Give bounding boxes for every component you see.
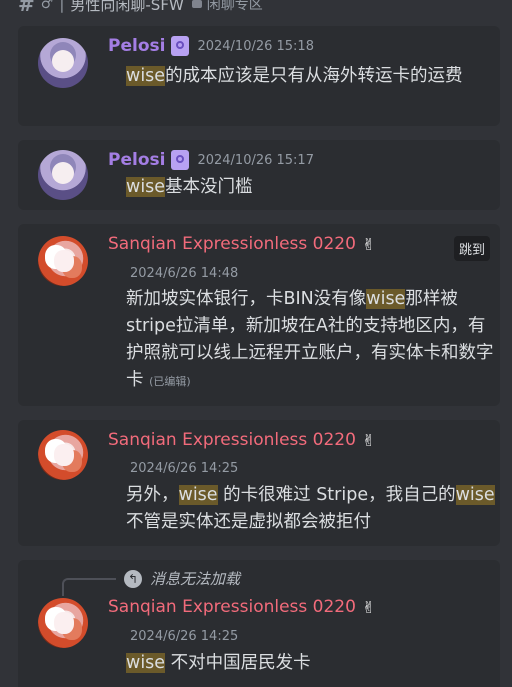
- channel-hash-icon: #: [18, 0, 35, 16]
- author-name[interactable]: Sanqian Expressionless 0220: [108, 597, 356, 617]
- avatar[interactable]: [38, 38, 88, 88]
- message-text: 基本没门槛: [165, 177, 253, 197]
- message-header: Pelosi 2024/10/26 15:18: [108, 36, 314, 56]
- timestamp: 2024/10/26 15:17: [197, 152, 314, 168]
- author-name[interactable]: Sanqian Expressionless 0220: [108, 430, 356, 450]
- role-badge-icon: [171, 36, 190, 56]
- header-separator: |: [59, 0, 65, 13]
- message-header: Pelosi 2024/10/26 15:17: [108, 150, 314, 170]
- timestamp: 2024/6/26 14:25: [130, 629, 239, 644]
- message-text: 另外，: [126, 485, 179, 505]
- search-result-message[interactable]: Sanqian Expressionless 0220 ✌ 2024/6/26 …: [18, 420, 500, 546]
- search-result-message[interactable]: ↰ 消息无法加载 Sanqian Expressionless 0220 ✌ 2…: [18, 560, 500, 687]
- message-text: 新加坡实体银行，卡BIN没有像: [126, 289, 367, 309]
- search-highlight: wise: [178, 485, 218, 505]
- timestamp: 2024/6/26 14:48: [130, 266, 239, 281]
- author-name[interactable]: Pelosi: [108, 150, 165, 170]
- message-text: 的成本应该是只有从海外转运卡的运费: [165, 66, 463, 86]
- author-name[interactable]: Pelosi: [108, 36, 165, 56]
- search-highlight: wise: [126, 66, 166, 86]
- avatar[interactable]: [38, 150, 88, 200]
- message-content: wise的成本应该是只有从海外转运卡的运费: [126, 63, 496, 90]
- search-result-message[interactable]: Sanqian Expressionless 0220 ✌ 跳到 2024/6/…: [18, 224, 500, 406]
- message-header: Sanqian Expressionless 0220 ✌: [108, 430, 375, 450]
- message-content: 新加坡实体银行，卡BIN没有像wise那样被stripe拉清单，新加坡在A社的支…: [126, 286, 496, 395]
- message-text: 的卡很难过 Stripe，我自己的: [217, 485, 456, 505]
- message-header: Sanqian Expressionless 0220 ✌: [108, 597, 375, 617]
- timestamp: 2024/10/26 15:18: [197, 38, 314, 54]
- message-text: 不管是实体还是虚拟都会被拒付: [126, 512, 371, 532]
- search-highlight: wise: [126, 177, 166, 197]
- message-content: wise 不对中国居民发卡: [126, 650, 496, 677]
- channel-header: # ♂ | 男性向闲聊-SFW 闲聊专区: [0, 0, 512, 16]
- timestamp: 2024/6/26 14:25: [130, 461, 239, 476]
- author-name[interactable]: Sanqian Expressionless 0220: [108, 234, 356, 254]
- channel-name[interactable]: 男性向闲聊-SFW: [70, 0, 183, 15]
- search-result-message[interactable]: Pelosi 2024/10/26 15:18 wise的成本应该是只有从海外转…: [18, 26, 500, 126]
- edited-label: (已编辑): [149, 375, 191, 388]
- ghost-icon: ✌: [361, 597, 376, 617]
- avatar[interactable]: [38, 236, 88, 286]
- male-sign-icon: ♂: [40, 0, 54, 12]
- avatar[interactable]: [38, 430, 88, 480]
- message-text: 不对中国居民发卡: [165, 653, 311, 673]
- channel-category[interactable]: 闲聊专区: [191, 0, 263, 14]
- search-result-message[interactable]: Pelosi 2024/10/26 15:17 wise基本没门槛: [18, 140, 500, 210]
- role-badge-icon: [171, 150, 190, 170]
- search-highlight: wise: [126, 653, 166, 673]
- ghost-icon: ✌: [361, 430, 376, 450]
- message-header: Sanqian Expressionless 0220 ✌: [108, 234, 375, 254]
- ghost-icon: ✌: [361, 234, 376, 254]
- message-content: 另外，wise 的卡很难过 Stripe，我自己的wise 不管是实体还是虚拟都…: [126, 482, 496, 536]
- folder-icon: [191, 0, 202, 8]
- jump-button[interactable]: 跳到: [453, 236, 490, 261]
- reply-preview[interactable]: ↰ 消息无法加载: [124, 568, 240, 589]
- search-highlight: wise: [455, 485, 495, 505]
- message-content: wise基本没门槛: [126, 174, 496, 201]
- reply-icon: ↰: [124, 569, 142, 588]
- category-name: 闲聊专区: [206, 0, 263, 13]
- avatar[interactable]: [38, 598, 88, 648]
- reply-text: 消息无法加载: [150, 570, 241, 588]
- search-highlight: wise: [366, 289, 406, 309]
- reply-connector: [62, 578, 116, 596]
